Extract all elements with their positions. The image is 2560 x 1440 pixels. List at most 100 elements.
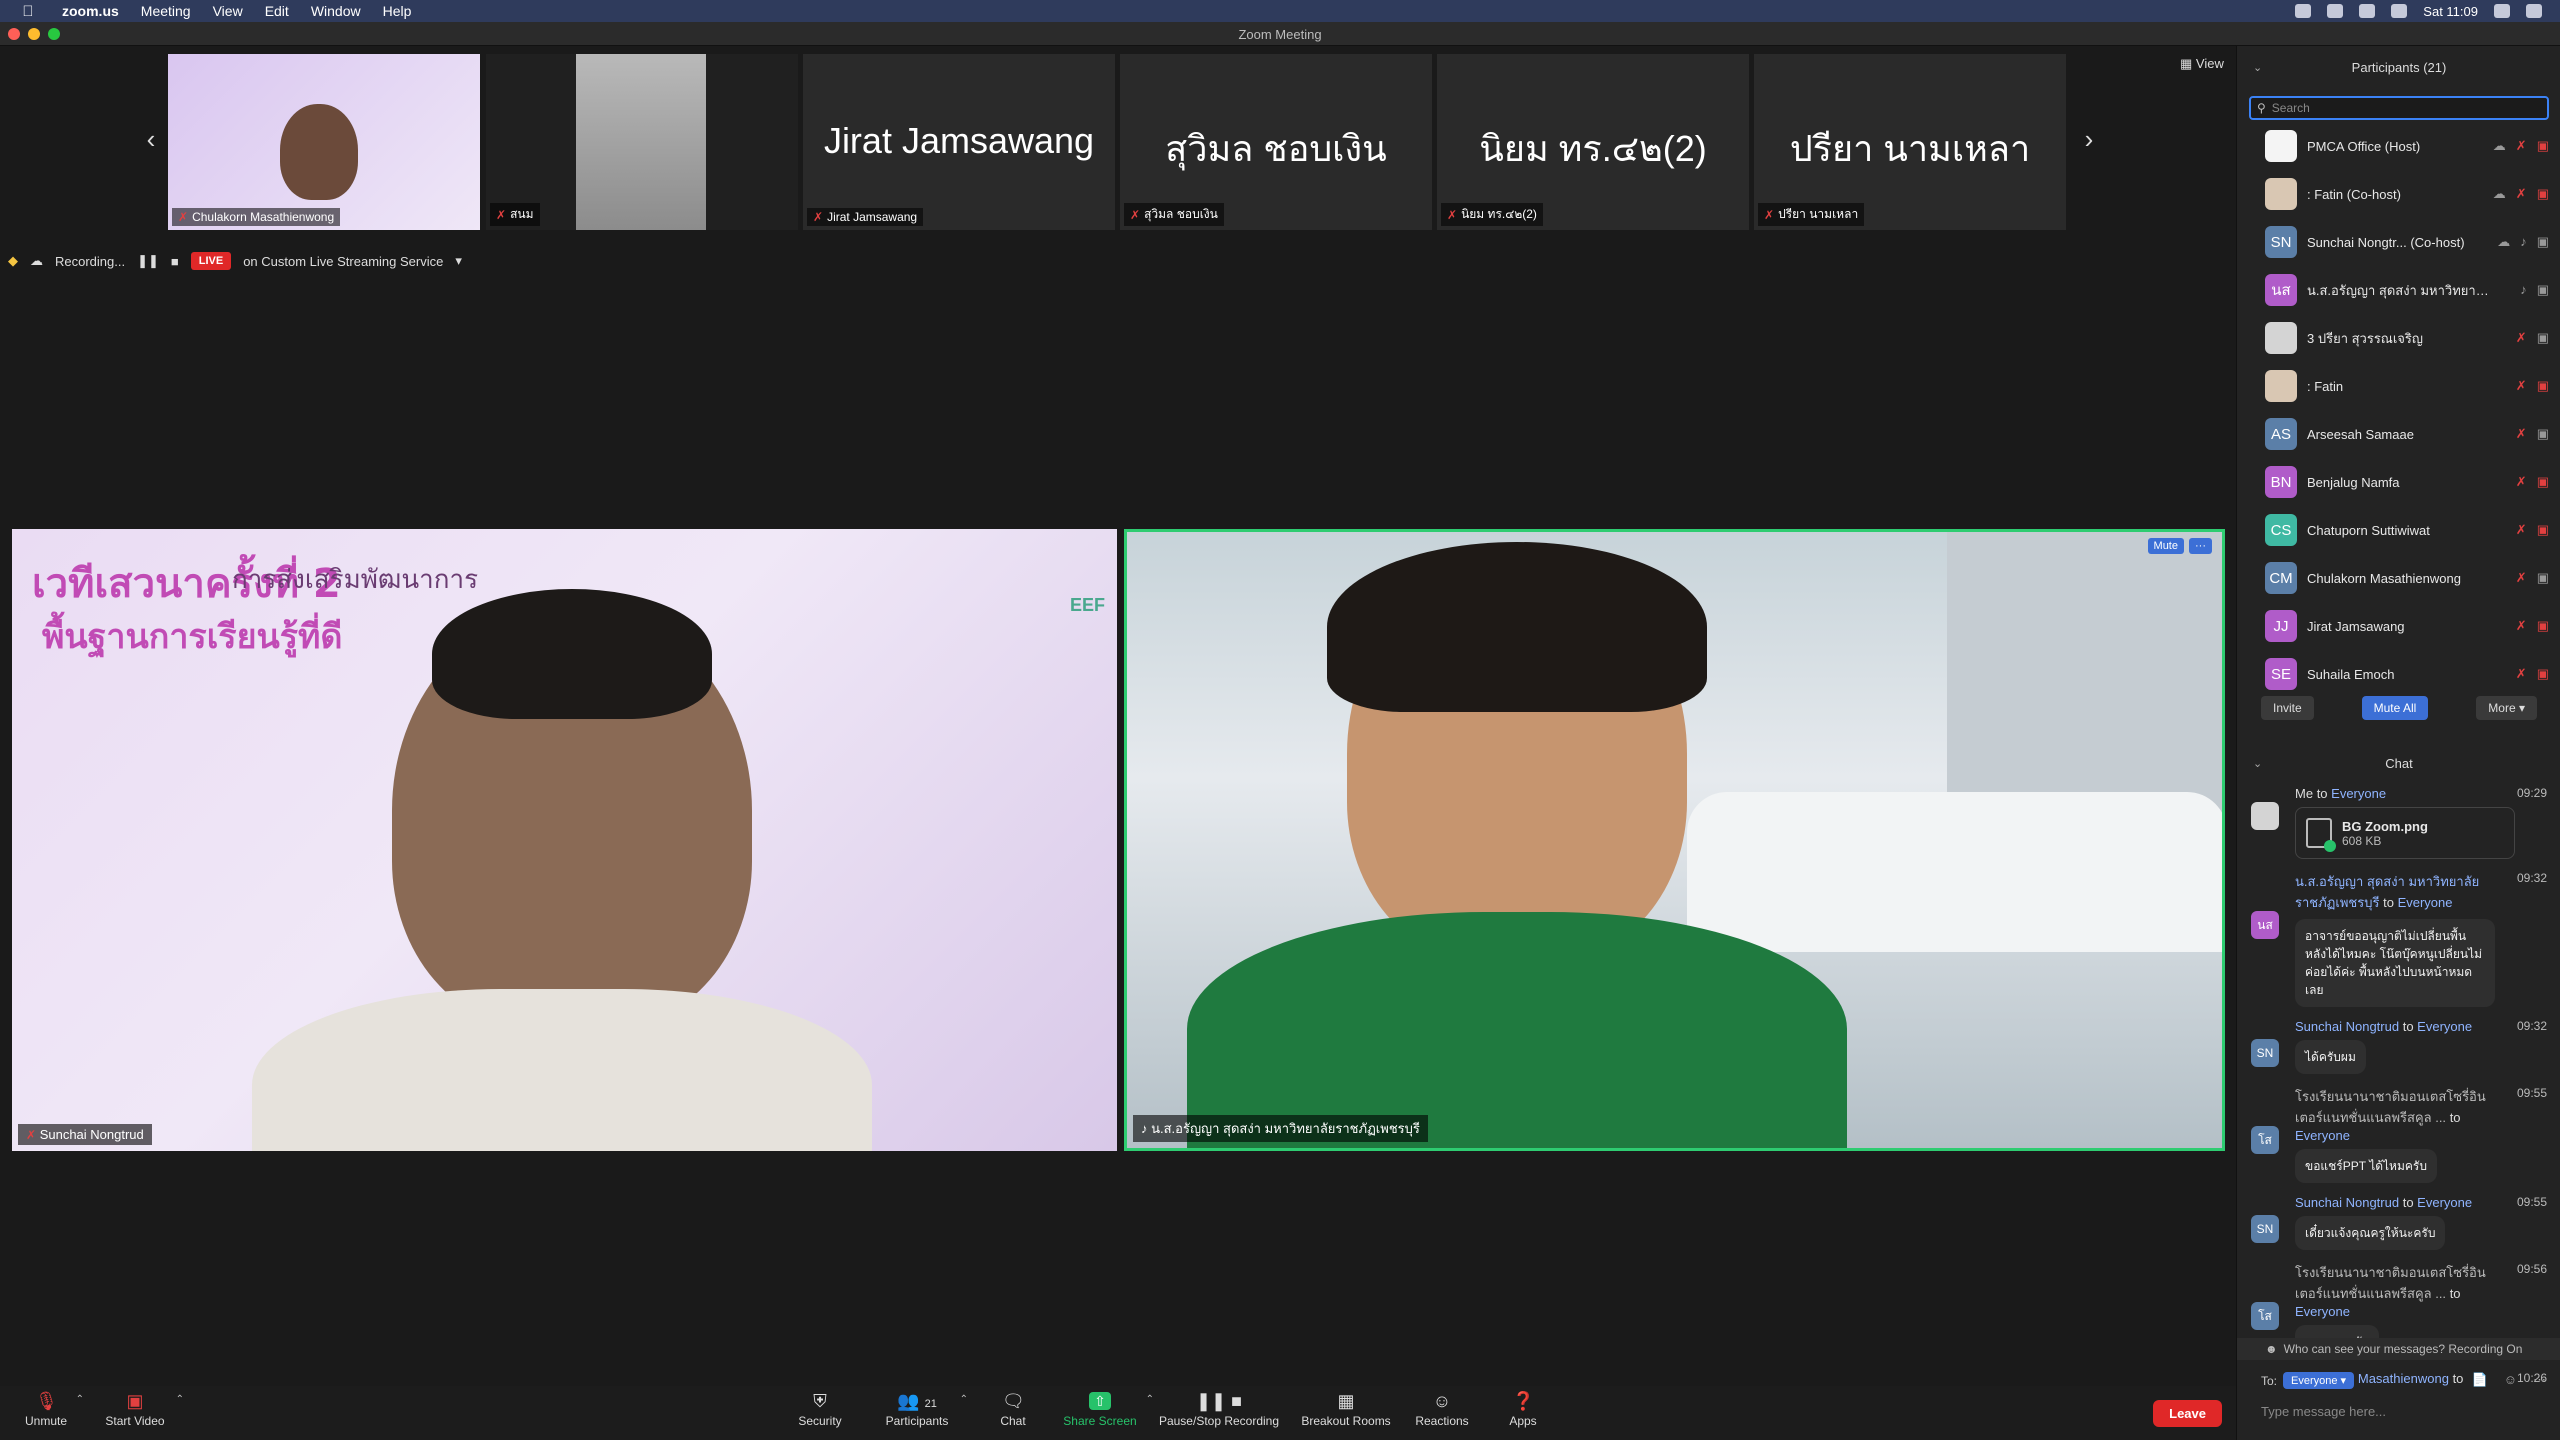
chevron-down-icon: ▾ (2518, 701, 2526, 715)
share-screen-button[interactable]: ⇧ Share Screen ⌃ (1060, 1392, 1154, 1428)
next-page-icon[interactable]: › (2074, 124, 2104, 155)
participant-row[interactable]: : Fatin (Co-host) ☁ ✗ ▣ (2237, 170, 2560, 218)
chat-input[interactable]: Type message here... (2261, 1404, 2386, 1419)
file-share-icon[interactable]: 📄 (2472, 1372, 2488, 1388)
leave-button[interactable]: Leave (2153, 1400, 2222, 1427)
unmute-button[interactable]: 🎙 Unmute ⌃ (22, 1392, 84, 1428)
menu-help[interactable]: Help (383, 3, 412, 19)
participant-row[interactable]: JJ Jirat Jamsawang ✗ ▣ (2237, 602, 2560, 650)
menu-meeting[interactable]: Meeting (141, 3, 191, 19)
stop-recording-icon[interactable]: ■ (171, 254, 179, 269)
security-button[interactable]: ⛨ Security (790, 1392, 850, 1428)
camera-off-icon: ▣ (2536, 666, 2549, 681)
slide-subtitle-2: พื้นฐานการเรียนรู้ที่ดี (42, 618, 343, 656)
participant-row[interactable]: SN Sunchai Nongtr... (Co-host) ☁ ♪ ▣ (2237, 218, 2560, 266)
breakout-rooms-button[interactable]: ▦ Breakout Rooms (1298, 1392, 1394, 1428)
people-icon: 👥 21 (897, 1391, 937, 1411)
thumb-tile[interactable]: ✗ สนม (486, 54, 798, 230)
thumb-tile[interactable]: Jirat Jamsawang ✗ Jirat Jamsawang (803, 54, 1115, 230)
screen-tray-icon[interactable] (2327, 4, 2344, 18)
more-icon[interactable]: ⋯ (2533, 1372, 2546, 1388)
pause-recording-icon[interactable]: ❚❚ (137, 253, 159, 269)
menu-view[interactable]: View (213, 3, 243, 19)
camera-off-icon: ▣ (2536, 474, 2549, 489)
participant-row[interactable]: 3 ปรียา สุวรรณเจริญ ✗ ▣ (2237, 314, 2560, 362)
chat-header: ⌄ Chat (2237, 746, 2560, 780)
thumb-tile[interactable]: ปรียา นามเหลา ✗ ปรียา นามเหลา (1754, 54, 2066, 230)
chevron-up-icon[interactable]: ⌃ (176, 1394, 184, 1405)
participant-row[interactable]: CS Chatuporn Suttiwiwat ✗ ▣ (2237, 506, 2560, 554)
avatar (2265, 370, 2297, 402)
avatar: AS (2265, 418, 2297, 450)
mute-participant-button[interactable]: Mute (2147, 538, 2184, 554)
chevron-down-icon[interactable]: ▾ (455, 253, 462, 269)
thumb-name-tag: ✗ Jirat Jamsawang (807, 208, 924, 226)
gallery-strip: ‹ ✗ Chulakorn Masathienwong ✗ สนม Jirat Ja… (0, 46, 2236, 236)
chat-recipient: To: Everyone ▾ (2261, 1372, 2355, 1389)
chevron-up-icon[interactable]: ⌃ (1146, 1394, 1154, 1405)
recipient-select[interactable]: Everyone ▾ (2283, 1372, 2355, 1389)
participants-button[interactable]: 👥 21 Participants ⌃ (880, 1391, 968, 1428)
mute-all-button[interactable]: Mute All (2361, 696, 2429, 720)
chevron-up-icon[interactable]: ⌃ (76, 1394, 84, 1405)
window-title: Zoom Meeting (1238, 27, 1322, 42)
thumb-tile[interactable]: ✗ Chulakorn Masathienwong (168, 54, 480, 230)
video-tile-active-speaker[interactable]: Mute ··· ♪ น.ส.อรัญญา สุดสง่า มหาวิทยาลั… (1124, 529, 2225, 1151)
participant-search-input[interactable]: ⚲ Search (2249, 96, 2549, 120)
chat-button[interactable]: 🗨 Chat (993, 1392, 1033, 1428)
prev-page-icon[interactable]: ‹ (136, 124, 166, 155)
window-titlebar: Zoom Meeting (0, 22, 2560, 46)
avatar (2265, 130, 2297, 162)
slide-subtitle: การส่งเสริมพัฒนาการ (232, 564, 479, 594)
mic-off-icon: ✗ (2515, 570, 2527, 585)
clock[interactable]: Sat 11:09 (2423, 4, 2478, 19)
menu-edit[interactable]: Edit (265, 3, 289, 19)
invite-button[interactable]: Invite (2260, 696, 2314, 720)
share-arrow-icon: ⇧ (1089, 1392, 1111, 1410)
zoom-tray-icon[interactable] (2295, 4, 2312, 18)
grid-icon: ▦ (1337, 1391, 1355, 1411)
avatar: นส (2251, 911, 2279, 939)
start-video-button[interactable]: ▣ Start Video ⌃ (100, 1392, 184, 1428)
pause-stop-recording-button[interactable]: ❚❚ ■ Pause/Stop Recording (1154, 1392, 1284, 1428)
thumb-tile[interactable]: นิยม ทร.๔๒(2) ✗ นิยม ทร.๔๒(2) (1437, 54, 1749, 230)
chevron-down-icon[interactable]: ⌄ (2253, 61, 2262, 74)
chevron-down-icon[interactable]: ⌄ (2253, 757, 2262, 770)
avatar: SN (2251, 1215, 2279, 1243)
participant-row[interactable]: : Fatin ✗ ▣ (2237, 362, 2560, 410)
record-tray-icon[interactable] (2359, 4, 2376, 18)
avatar (2265, 178, 2297, 210)
mic-off-icon: ✗ (813, 210, 824, 224)
avatar: SN (2265, 226, 2297, 258)
recording-bar: ◆ ☁ Recording... ❚❚ ■ LIVE on Custom Liv… (8, 250, 462, 272)
participant-row[interactable]: PMCA Office (Host) ☁ ✗ ▣ (2237, 122, 2560, 170)
participant-row[interactable]: SE Suhaila Emoch ✗ ▣ (2237, 650, 2560, 698)
menu-app[interactable]: zoom.us (62, 3, 119, 19)
more-button[interactable]: More ▾ (2476, 696, 2538, 720)
mic-off-icon: ✗ (2515, 138, 2527, 153)
control-center-icon[interactable] (2526, 4, 2542, 18)
chat-bubble-icon: 🗨 (1002, 1391, 1025, 1411)
video-tile-sunchai[interactable]: เวทีเสวนาครั้งที่ 2 การส่งเสริมพัฒนาการ … (12, 529, 1117, 1151)
live-service-label[interactable]: on Custom Live Streaming Service (243, 254, 443, 269)
thumb-tile[interactable]: สุวิมล ชอบเงิน ✗ สุวิมล ชอบเงิน (1120, 54, 1432, 230)
participant-row[interactable]: AS Arseesah Samaae ✗ ▣ (2237, 410, 2560, 458)
more-options-button[interactable]: ··· (2189, 538, 2212, 554)
emoji-icon[interactable]: ☺ (2504, 1372, 2517, 1388)
menu-window[interactable]: Window (311, 3, 361, 19)
file-attachment[interactable]: BG Zoom.png 608 KB (2295, 807, 2515, 859)
apps-button[interactable]: ❓ Apps (1506, 1392, 1540, 1428)
reactions-button[interactable]: ☺ Reactions (1410, 1392, 1474, 1428)
participant-row[interactable]: CM Chulakorn Masathienwong ✗ ▣ (2237, 554, 2560, 602)
participants-header: ⌄ Participants (21) (2237, 50, 2560, 84)
apple-icon[interactable]:  (18, 3, 38, 20)
participant-row[interactable]: BN Benjalug Namfa ✗ ▣ (2237, 458, 2560, 506)
wifi-icon[interactable] (2391, 4, 2408, 18)
shield-icon: ⛨ (813, 1391, 827, 1411)
avatar: BN (2265, 466, 2297, 498)
chevron-up-icon[interactable]: ⌃ (960, 1394, 968, 1405)
search-icon[interactable] (2494, 4, 2510, 18)
who-can-see-messages[interactable]: ☻ Who can see your messages? Recording O… (2237, 1338, 2560, 1360)
participant-row[interactable]: นส น.ส.อรัญญา สุดสง่า มหาวิทยาลั... ♪ ▣ (2237, 266, 2560, 314)
mic-off-icon: ✗ (496, 207, 507, 222)
